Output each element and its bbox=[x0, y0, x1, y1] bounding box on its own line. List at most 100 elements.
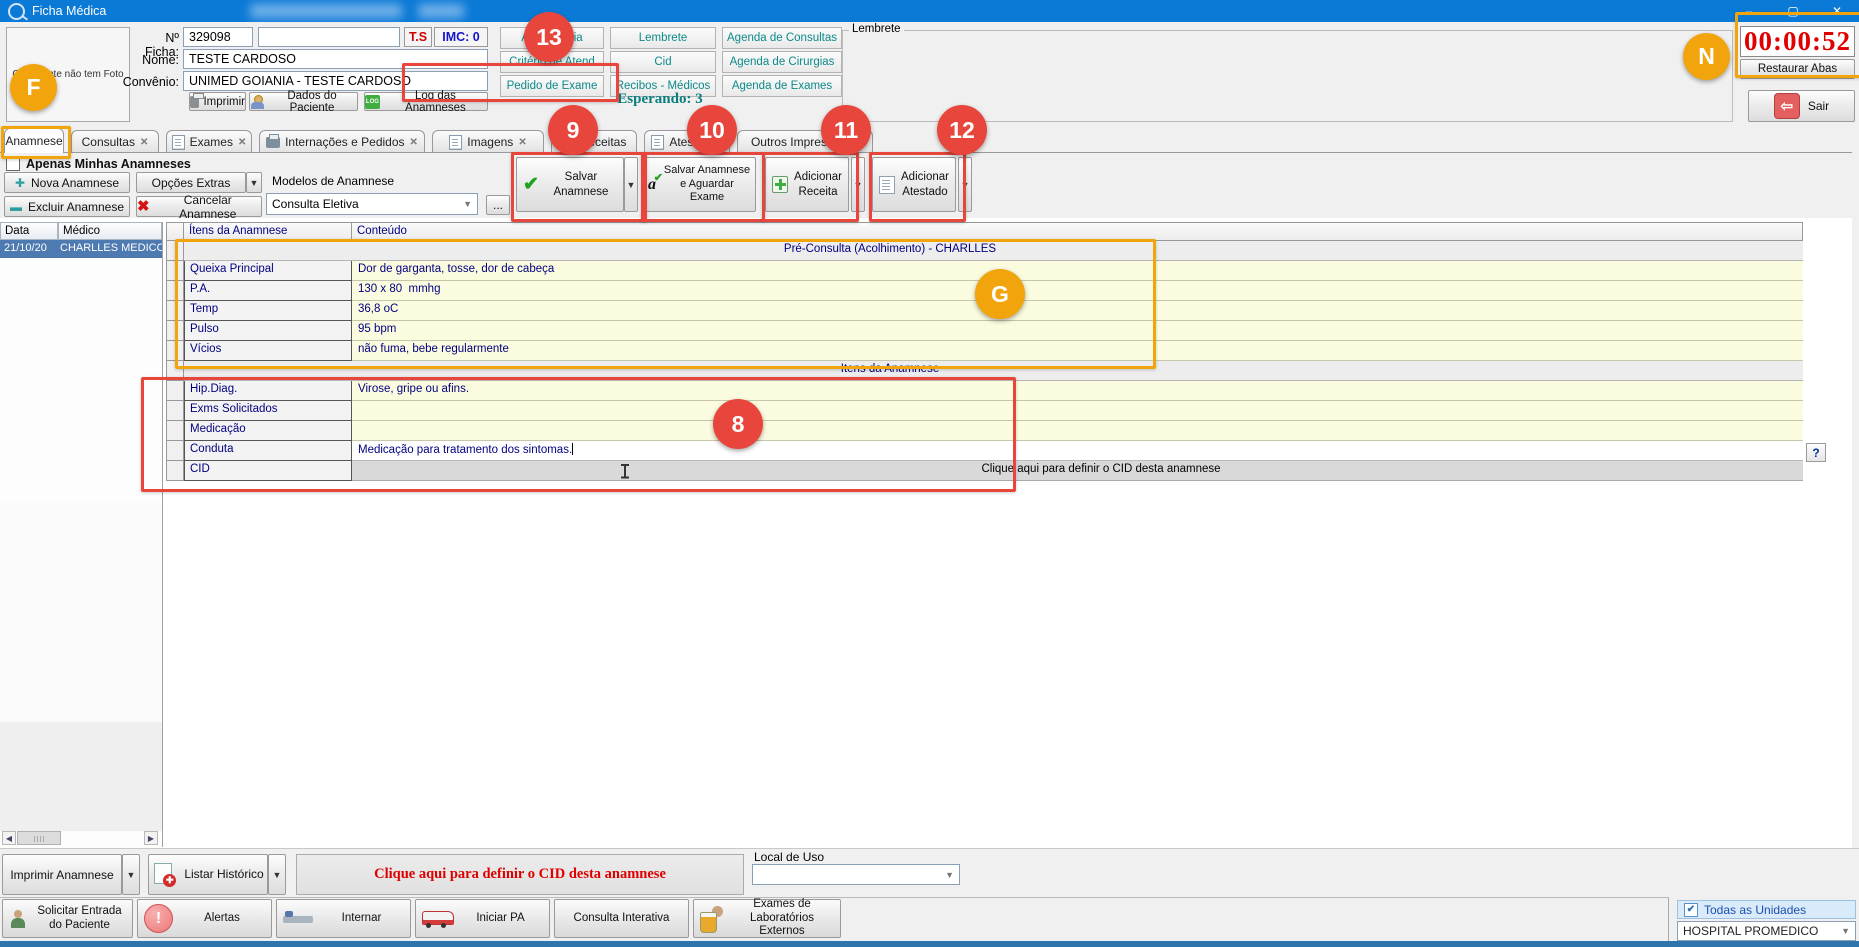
tab-consultas[interactable]: Consultas ✕ bbox=[71, 130, 159, 153]
local-uso-label: Local de Uso bbox=[754, 850, 824, 864]
exit-icon: ⇦ bbox=[1774, 93, 1800, 119]
tab-exames[interactable]: Exames ✕ bbox=[166, 130, 252, 153]
excluir-anamnese-button[interactable]: ▬Excluir Anamnese bbox=[4, 196, 130, 217]
status-button-internar[interactable]: Internar bbox=[276, 899, 411, 938]
checked-checkbox-icon: ✔ bbox=[1684, 903, 1698, 917]
tab-interna-es-e-pedidos[interactable]: Internações e Pedidos ✕ bbox=[259, 130, 425, 153]
bottom-blue-strip bbox=[0, 941, 1859, 947]
history-cell-data: 21/10/20 bbox=[0, 240, 58, 258]
tab-close-icon[interactable]: ✕ bbox=[238, 137, 246, 148]
patient-data-icon bbox=[250, 95, 263, 109]
quick-button-agenda-de-cirurgias[interactable]: Agenda de Cirurgias bbox=[722, 51, 842, 73]
cancel-x-icon: ✖ bbox=[137, 199, 150, 214]
status-button-iniciar-pa[interactable]: Iniciar PA bbox=[415, 899, 550, 938]
apenas-minhas-label: Apenas Minhas Anamneses bbox=[26, 157, 191, 171]
annotation-circle-11: 11 bbox=[821, 105, 871, 155]
bed-icon bbox=[283, 910, 313, 928]
annotation-box-9 bbox=[511, 152, 647, 222]
annotation-box-11 bbox=[762, 152, 859, 222]
log-icon: LOG bbox=[365, 95, 380, 109]
app-icon bbox=[8, 3, 25, 20]
status-button-consulta-interativa[interactable]: Consulta Interativa bbox=[554, 899, 689, 938]
ficha-medica-window: Ficha Médica – ▢ ✕ O Paciente não tem Fo… bbox=[0, 0, 1859, 947]
opcoes-extras-dropdown[interactable]: ▼ bbox=[246, 172, 262, 193]
tab-label: Exames bbox=[190, 135, 233, 149]
modelos-label: Modelos de Anamnese bbox=[272, 174, 394, 188]
cid-define-bar[interactable]: Clique aqui para definir o CID desta ana… bbox=[296, 854, 744, 895]
lab-jar-icon bbox=[700, 906, 724, 932]
doc-icon bbox=[449, 135, 462, 150]
ficha-secondary-input[interactable] bbox=[258, 27, 400, 47]
remove-icon: ▬ bbox=[10, 201, 22, 213]
status-button-label: Iniciar PA bbox=[458, 912, 543, 926]
tab-imagens[interactable]: Imagens✕ bbox=[432, 130, 544, 153]
history-cell-medico: CHARLLES MEDICO bbox=[58, 240, 162, 258]
status-button-label: Consulta Interativa bbox=[561, 912, 682, 926]
quick-button-agenda-de-consultas[interactable]: Agenda de Consultas bbox=[722, 27, 842, 49]
opcoes-extras-button[interactable]: Opções Extras bbox=[136, 172, 246, 193]
window-title: Ficha Médica bbox=[32, 4, 106, 18]
status-button-exames-de-laborat-rios-externos[interactable]: Exames de Laboratórios Externos bbox=[693, 899, 841, 938]
printer-icon bbox=[266, 137, 280, 148]
sair-button[interactable]: ⇦ Sair bbox=[1748, 90, 1855, 122]
nova-anamnese-button[interactable]: ✚Nova Anamnese bbox=[4, 172, 130, 193]
cid-placeholder-text[interactable]: Clique aqui para definir o CID desta ana… bbox=[981, 463, 1220, 475]
annotation-circle-F: F bbox=[10, 64, 57, 111]
local-uso-combobox[interactable]: ▼ bbox=[752, 864, 960, 885]
annotation-box-8 bbox=[141, 377, 1016, 492]
checkbox-icon bbox=[6, 157, 20, 171]
new-icon: ✚ bbox=[15, 177, 25, 189]
annotation-circle-12: 12 bbox=[937, 105, 987, 155]
quick-button-lembrete[interactable]: Lembrete bbox=[610, 27, 716, 49]
ficha-input[interactable]: 329098 bbox=[183, 27, 253, 47]
status-button-label: Solicitar Entrada do Paciente bbox=[33, 905, 126, 933]
printer-icon bbox=[190, 96, 199, 108]
cancelar-anamnese-button[interactable]: ✖Cancelar Anamnese bbox=[136, 196, 262, 217]
status-button-alertas[interactable]: ! Alertas bbox=[137, 899, 272, 938]
hscroll-thumb[interactable] bbox=[17, 831, 61, 845]
modelo-more-button[interactable]: ... bbox=[486, 195, 510, 215]
dados-do-paciente-button[interactable]: Dados do Paciente bbox=[249, 92, 358, 111]
hscroll-right-arrow[interactable]: ▶ bbox=[144, 831, 158, 845]
alert-icon: ! bbox=[144, 904, 173, 933]
unidade-combobox[interactable]: HOSPITAL PROMEDICO▼ bbox=[1677, 921, 1856, 941]
annotation-circle-10: 10 bbox=[687, 105, 737, 155]
history-row[interactable]: 21/10/20CHARLLES MEDICO bbox=[0, 240, 162, 258]
tab-close-icon[interactable]: ✕ bbox=[410, 137, 418, 148]
imprimir-button[interactable]: Imprimir bbox=[189, 92, 246, 111]
listar-historico-dropdown[interactable]: ▼ bbox=[268, 854, 286, 895]
quick-button-cid[interactable]: Cid bbox=[610, 51, 716, 73]
annotation-box-13 bbox=[402, 63, 619, 102]
annotation-circle-13: 13 bbox=[524, 12, 574, 62]
tab-strip: AnamneseConsultas✕Exames✕Internações e P… bbox=[4, 128, 1504, 153]
tab-label: Consultas bbox=[82, 135, 135, 149]
history-doc-icon: ✚ bbox=[152, 863, 176, 887]
imprimir-anamnese-dropdown[interactable]: ▼ bbox=[122, 854, 140, 895]
annotation-circle-8: 8 bbox=[713, 399, 763, 449]
listar-historico-button[interactable]: ✚ Listar Histórico bbox=[148, 854, 268, 895]
convenio-label: Convênio: bbox=[121, 75, 179, 89]
redacted-title-blur bbox=[250, 4, 402, 18]
apenas-minhas-checkbox[interactable]: Apenas Minhas Anamneses bbox=[6, 157, 191, 171]
ts-badge[interactable]: T.S bbox=[404, 27, 432, 47]
imprimir-anamnese-button[interactable]: Imprimir Anamnese bbox=[2, 854, 122, 895]
modelo-combobox[interactable]: Consulta Eletiva▼ bbox=[266, 193, 478, 215]
tab-label: Internações e Pedidos bbox=[285, 135, 404, 149]
person-icon bbox=[9, 909, 27, 929]
status-button-label: Alertas bbox=[179, 912, 265, 926]
tab-close-icon[interactable]: ✕ bbox=[140, 137, 148, 148]
status-button-label: Internar bbox=[319, 912, 404, 926]
history-list: Data Médico 21/10/20CHARLLES MEDICO ◀ ▶ bbox=[0, 222, 163, 847]
tab-close-icon[interactable]: ✕ bbox=[518, 137, 526, 148]
status-button-solicitar-entrada-do-paciente[interactable]: Solicitar Entrada do Paciente bbox=[2, 899, 133, 938]
hscroll-left-arrow[interactable]: ◀ bbox=[2, 831, 16, 845]
history-col-data[interactable]: Data bbox=[0, 222, 58, 240]
imc-badge[interactable]: IMC: 0 bbox=[434, 27, 488, 47]
annotation-circle-G: G bbox=[975, 269, 1025, 319]
todas-unidades-checkbox[interactable]: ✔ Todas as Unidades bbox=[1677, 900, 1856, 919]
unidades-panel: ✔ Todas as Unidades HOSPITAL PROMEDICO▼ bbox=[1668, 897, 1859, 947]
help-button[interactable]: ? bbox=[1806, 443, 1826, 462]
history-col-medico[interactable]: Médico bbox=[58, 222, 162, 240]
annotation-box-anamnese-tab bbox=[1, 126, 71, 159]
nome-label: Nome: bbox=[133, 53, 179, 67]
